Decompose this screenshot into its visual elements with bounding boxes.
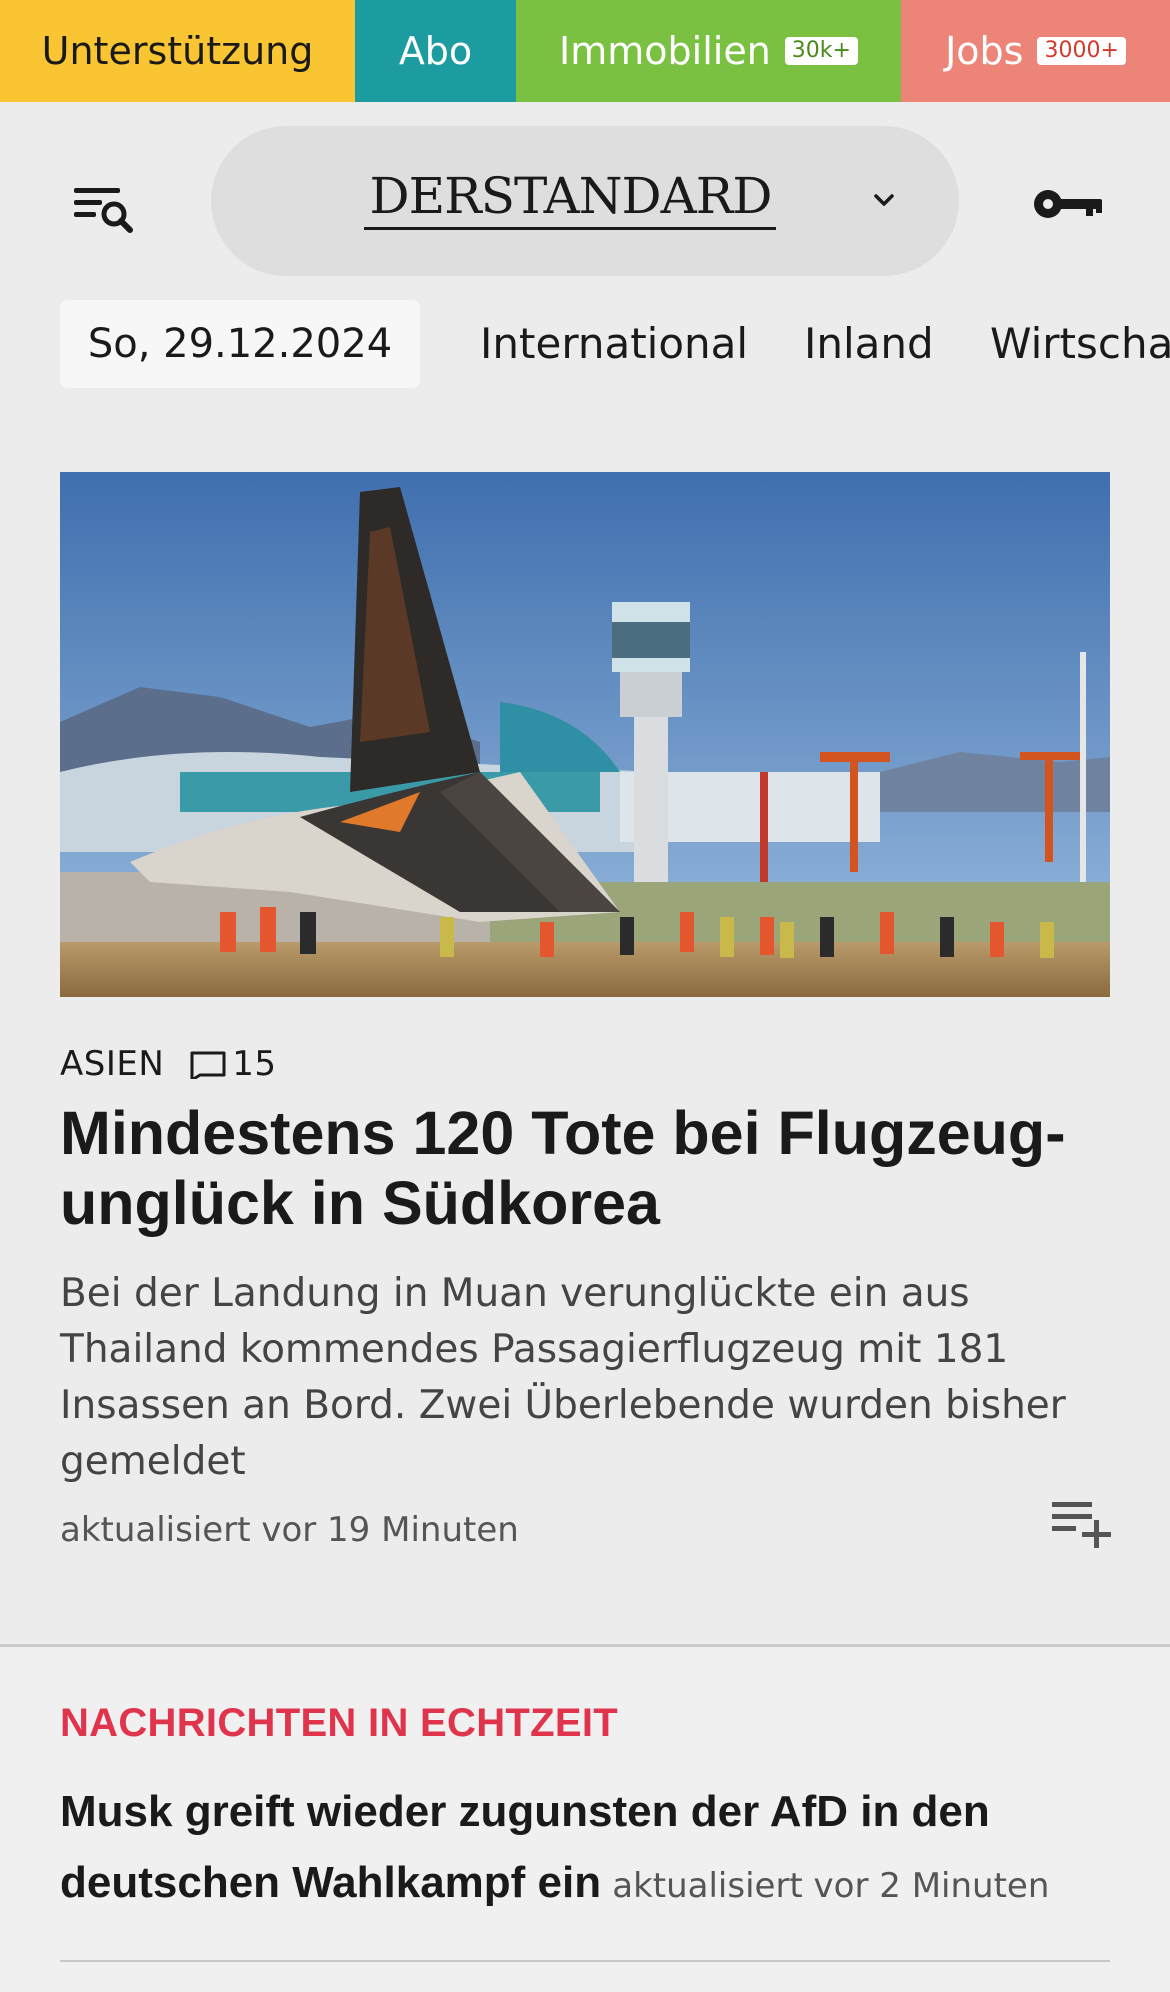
article-meta: ASIEN 15 (60, 1044, 277, 1084)
logo-underline (364, 227, 776, 230)
nav-link-inland[interactable]: Inland (804, 300, 934, 388)
add-to-reading-list-button[interactable] (1050, 1496, 1112, 1550)
live-news-section: NACHRICHTEN IN ECHTZEIT Musk greift wied… (0, 1647, 1170, 1992)
section-nav: So, 29.12.2024 International Inland Wirt… (0, 298, 1170, 408)
nav-link-international[interactable]: International (480, 300, 748, 388)
live-news-item[interactable]: Musk greift wieder zugunsten der AfD in … (60, 1781, 1130, 1923)
promo-jobs-link[interactable]: Jobs 3000+ (901, 0, 1170, 102)
live-news-divider (60, 1960, 1110, 1962)
login-button[interactable] (1030, 180, 1110, 228)
chevron-down-icon (874, 194, 894, 206)
article-timestamp: aktualisiert vor 19 Minuten (60, 1510, 519, 1550)
comment-icon (190, 1051, 226, 1079)
article-kicker[interactable]: ASIEN (60, 1044, 164, 1084)
promo-immobilien-label: Immobilien (559, 29, 771, 73)
promo-support-link[interactable]: Unterstützung (0, 0, 355, 102)
lead-article-image[interactable] (60, 472, 1110, 997)
article-teaser: Bei der Landung in Muan verunglückte ein… (60, 1271, 1066, 1484)
article-headline[interactable]: Mindestens 120 Tote bei Flugzeug­unglück… (60, 1098, 1120, 1238)
logo-edition-switcher[interactable]: DERSTANDARD (211, 126, 959, 276)
site-logo: DERSTANDARD (369, 167, 773, 225)
key-icon (1034, 190, 1102, 218)
promo-abo-label: Abo (398, 29, 473, 73)
lead-article[interactable]: ASIEN 15 Mindestens 120 Tote bei Flugzeu… (0, 408, 1170, 1644)
menu-search-icon (74, 188, 133, 233)
live-news-label[interactable]: NACHRICHTEN IN ECHTZEIT (60, 1701, 618, 1746)
menu-search-button[interactable] (68, 178, 142, 242)
promo-abo-link[interactable]: Abo (355, 0, 516, 102)
site-header: DERSTANDARD (0, 102, 1170, 298)
promo-immobilien-link[interactable]: Immobilien 30k+ (516, 0, 901, 102)
promo-jobs-label: Jobs (945, 29, 1024, 73)
promo-bar: Unterstützung Abo Immobilien 30k+ Jobs 3… (0, 0, 1170, 102)
nav-link-wirtschaft[interactable]: Wirtschaft (990, 300, 1170, 388)
promo-support-label: Unterstützung (41, 29, 314, 73)
plane-crash-photo (60, 472, 1110, 997)
jobs-count-badge: 3000+ (1037, 37, 1126, 65)
date-chip[interactable]: So, 29.12.2024 (60, 300, 420, 388)
comment-count[interactable]: 15 (232, 1044, 276, 1084)
immobilien-count-badge: 30k+ (784, 37, 858, 65)
playlist-add-icon (1052, 1502, 1111, 1548)
live-news-time: aktualisiert vor 2 Minuten (612, 1866, 1050, 1906)
